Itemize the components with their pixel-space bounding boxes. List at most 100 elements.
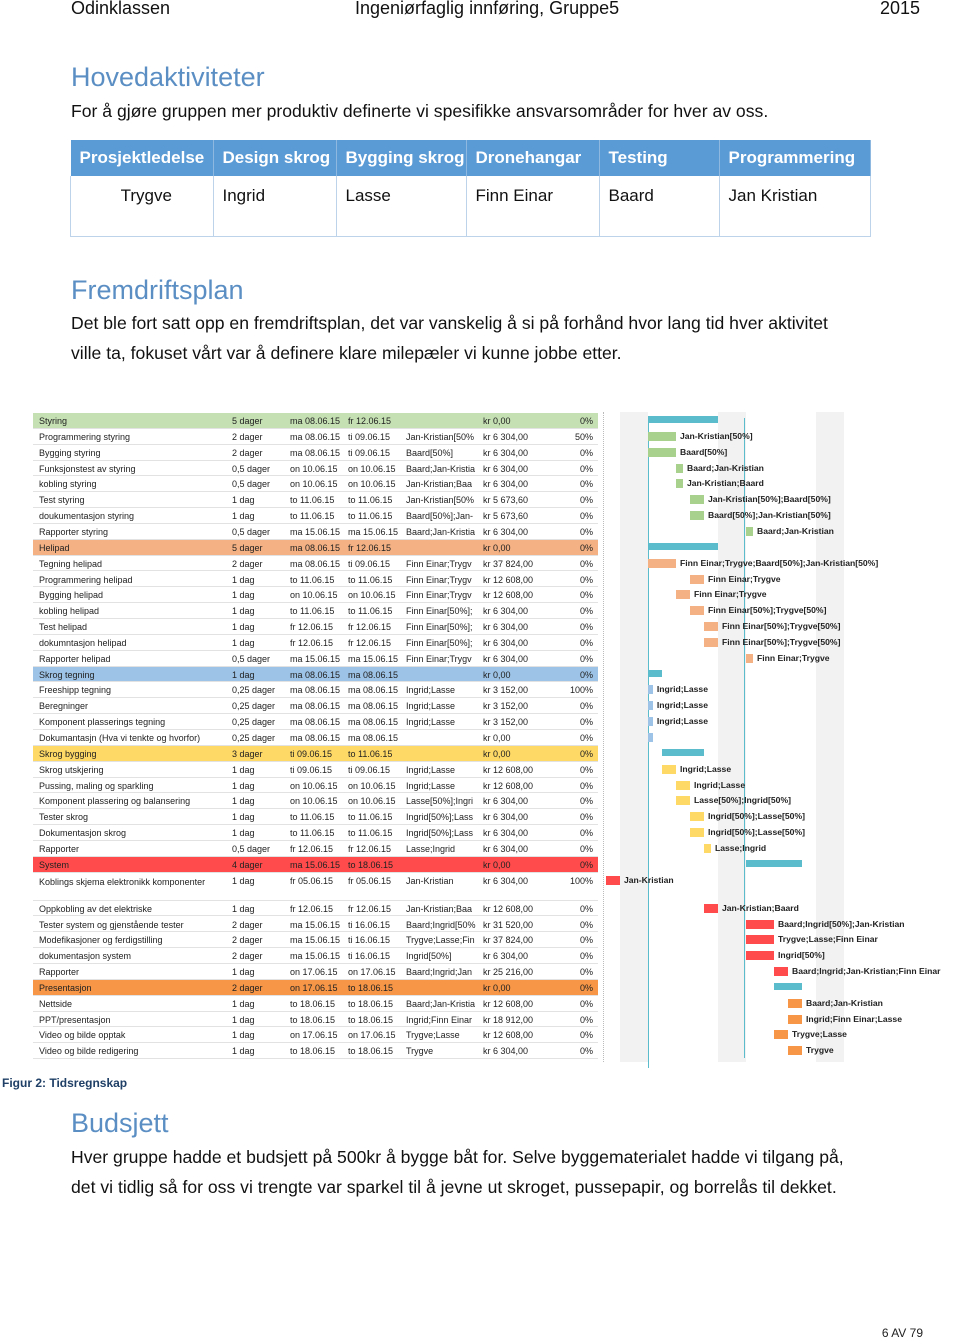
task-pct: 0% <box>579 796 593 807</box>
task-finish: on 17.06.15 <box>348 967 396 978</box>
task-cost: kr 6 304,00 <box>483 463 529 474</box>
task-finish: fr 12.06.15 <box>348 622 392 633</box>
task-cost: kr 0,00 <box>483 669 511 680</box>
task-res: Finn Einar;Trygv <box>406 558 472 569</box>
task-res: Jan-Kristian;Baa <box>406 479 473 490</box>
task-bar <box>648 685 653 695</box>
task-res: Baard;Jan-Kristia <box>406 998 476 1009</box>
task-bar <box>648 431 676 441</box>
task-res: Finn Einar[50%]; <box>406 637 473 648</box>
task-name: Test styring <box>39 495 85 506</box>
task-pct: 0% <box>579 479 593 490</box>
task-name: PPT/presentasjon <box>39 1014 111 1025</box>
task-finish: ti 09.06.15 <box>348 447 391 458</box>
task-pct: 100% <box>569 875 593 886</box>
task-bar <box>676 479 683 489</box>
task-cost: kr 6 304,00 <box>483 796 529 807</box>
task-start: on 10.06.15 <box>290 796 338 807</box>
task-dur: 1 dag <box>232 1014 255 1025</box>
task-dur: 4 dager <box>232 859 263 870</box>
task-dur: 2 dager <box>232 431 263 442</box>
task-bar <box>746 951 774 961</box>
task-bar <box>662 764 676 774</box>
task-cost: kr 6 304,00 <box>483 637 529 648</box>
heading-hovedaktiviteter: Hovedaktiviteter <box>71 62 265 92</box>
task-pct: 0% <box>579 812 593 823</box>
task-dur: 0,25 dager <box>232 717 276 728</box>
task-finish: ma 08.06.15 <box>348 717 399 728</box>
task-start: fr 12.06.15 <box>290 622 334 633</box>
task-start: to 11.06.15 <box>290 511 335 522</box>
role-header: Bygging skrog <box>336 140 467 176</box>
task-pct: 0% <box>579 717 593 728</box>
task-bar <box>690 812 704 822</box>
summary-task-row: Skrog bygging 3 dager ti 09.06.15 to 11.06.… <box>33 745 598 762</box>
task-dur: 1 dag <box>232 812 255 823</box>
task-cost: kr 6 304,00 <box>483 447 529 458</box>
task-name: Programmering helipad <box>39 574 133 585</box>
task-dur: 1 dag <box>232 1030 255 1041</box>
gantt-resource-label: Trygve;Lasse;Finn Einar <box>778 934 878 945</box>
gantt-resource-label: Finn Einar[50%];Trygve[50%] <box>722 621 841 632</box>
task-start: ma 08.06.15 <box>290 701 341 712</box>
task-bar <box>788 998 802 1008</box>
task-pct: 0% <box>579 511 593 522</box>
task-finish: ma 08.06.15 <box>348 669 399 680</box>
task-start: on 17.06.15 <box>290 967 338 978</box>
task-cost: kr 3 152,00 <box>483 685 529 696</box>
task-row: Programmering styring 2 dager ma 08.06.15 t… <box>33 428 598 445</box>
task-row: PPT/presentasjon 1 dag to 18.06.15 to 18.06… <box>33 1011 598 1028</box>
task-name: Bygging helipad <box>39 590 104 601</box>
gantt-resource-label: Baard;Ingrid[50%];Jan-Kristian <box>778 918 905 929</box>
task-name: Helipad <box>39 542 70 553</box>
task-start: ma 08.06.15 <box>290 447 341 458</box>
task-start: ti 09.06.15 <box>290 764 333 775</box>
task-start: ma 08.06.15 <box>290 685 341 696</box>
task-cost: kr 6 304,00 <box>483 526 529 537</box>
task-row: Tester skrog 1 dag to 11.06.15 to 11.06.15 I… <box>33 809 598 826</box>
task-dur: 2 dager <box>232 558 263 569</box>
task-name: Komponent plasserings tegning <box>39 717 166 728</box>
task-name: Video og bilde redigering <box>39 1046 139 1057</box>
gantt-resource-label: Ingrid;Finn Einar;Lasse <box>806 1013 902 1024</box>
task-start: on 17.06.15 <box>290 1030 338 1041</box>
task-finish: to 11.06.15 <box>348 495 393 506</box>
task-cost: kr 12 608,00 <box>483 764 534 775</box>
task-cost: kr 12 608,00 <box>483 903 534 914</box>
dependency-line <box>648 418 649 1068</box>
task-res: Ingrid;Finn Einar <box>406 1014 473 1025</box>
task-cost: kr 0,00 <box>483 542 511 553</box>
task-cost: kr 0,00 <box>483 748 511 759</box>
page-number: 6 AV 79 <box>881 1326 923 1340</box>
task-name: Koblings skjema elektronikk komponenter <box>39 876 206 887</box>
task-res: Baard[50%];Jan- <box>406 511 474 522</box>
task-row: Video og bilde redigering 1 dag to 18.06.1… <box>33 1043 598 1060</box>
task-cost: kr 12 608,00 <box>483 590 534 601</box>
task-pct: 0% <box>579 558 593 569</box>
gantt-figure: Styring 5 dager ma 08.06.15 fr 12.06.15 kr 0… <box>33 412 956 1068</box>
task-finish: to 18.06.15 <box>348 982 394 993</box>
task-pct: 0% <box>579 935 593 946</box>
task-start: to 11.06.15 <box>290 574 335 585</box>
task-dur: 2 dager <box>232 919 263 930</box>
task-bar <box>788 1046 802 1056</box>
task-row: doukumentasjon styring 1 dag to 11.06.15 to… <box>33 508 598 524</box>
gantt-resource-label: Ingrid[50%];Lasse[50%] <box>708 811 805 822</box>
task-cost: kr 6 304,00 <box>483 843 529 854</box>
task-name: Pussing, maling og sparkling <box>39 780 154 791</box>
heading-fremdriftsplan: Fremdriftsplan <box>71 275 244 305</box>
task-row: dokumntasjon helipad 1 dag fr 12.06.15 fr 1… <box>33 634 598 651</box>
task-row: Video og bilde opptak 1 dag on 17.06.15 on … <box>33 1027 598 1044</box>
task-res: Ingrid[50%];Lass <box>406 828 474 839</box>
task-start: to 18.06.15 <box>290 1014 336 1025</box>
task-finish: to 18.06.15 <box>348 1014 394 1025</box>
task-dur: 0,25 dager <box>232 685 276 696</box>
gantt-resource-label: Lasse[50%];Ingrid[50%] <box>694 795 791 806</box>
task-name: Oppkobling av det elektriske <box>39 903 153 914</box>
gantt-resource-label: Baard[50%] <box>680 446 728 457</box>
task-pct: 100% <box>569 685 593 696</box>
task-cost: kr 0,00 <box>483 859 511 870</box>
summary-bar <box>746 859 802 867</box>
task-name: Skrog utskjering <box>39 764 104 775</box>
task-dur: 1 dag <box>232 875 255 886</box>
